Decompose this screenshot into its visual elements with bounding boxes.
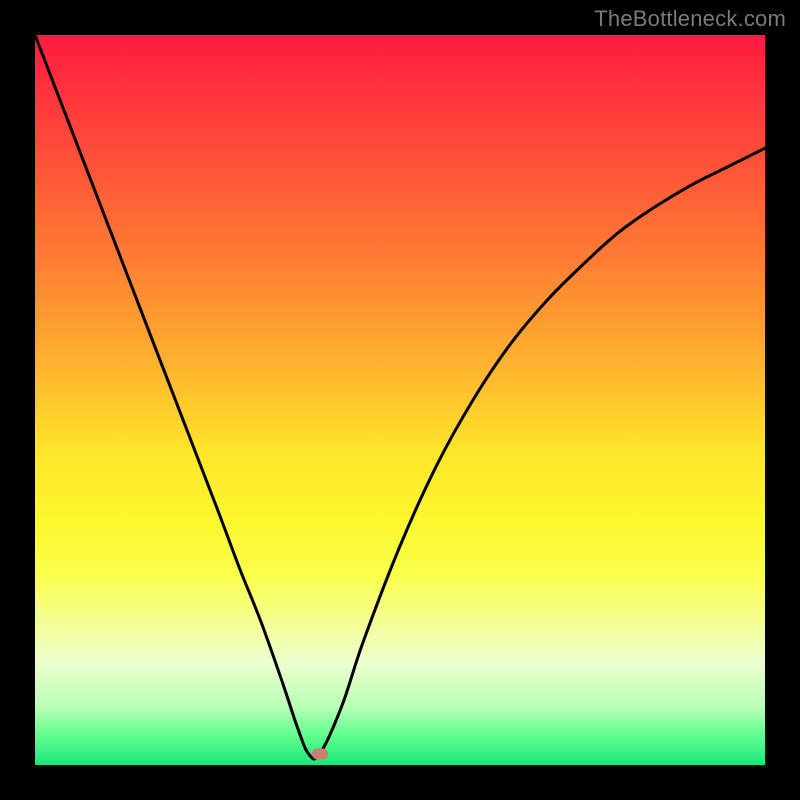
chart-frame: TheBottleneck.com: [0, 0, 800, 800]
optimum-marker: [312, 749, 328, 760]
bottleneck-curve: [35, 35, 765, 759]
curve-layer: [0, 0, 800, 800]
